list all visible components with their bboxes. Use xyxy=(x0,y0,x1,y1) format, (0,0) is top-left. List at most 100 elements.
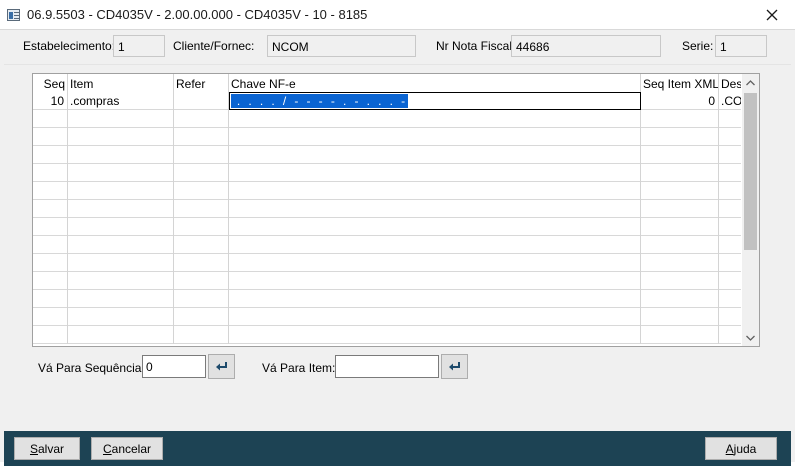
table-cell[interactable] xyxy=(33,182,68,200)
close-button[interactable] xyxy=(749,0,795,30)
table-cell[interactable] xyxy=(174,290,229,308)
table-cell[interactable] xyxy=(229,326,641,344)
column-header-seq-item-xml[interactable]: Seq Item XML xyxy=(641,74,719,92)
table-cell[interactable] xyxy=(174,128,229,146)
scrollbar-thumb[interactable] xyxy=(744,93,757,250)
scroll-up-button[interactable] xyxy=(742,74,759,91)
table-cell[interactable] xyxy=(641,272,719,290)
table-row[interactable] xyxy=(33,164,741,182)
table-cell[interactable] xyxy=(68,146,174,164)
column-header-chave-nfe[interactable]: Chave NF-e xyxy=(229,74,641,92)
table-cell[interactable] xyxy=(33,128,68,146)
column-header-des[interactable]: Des xyxy=(719,74,741,92)
table-cell[interactable] xyxy=(68,326,174,344)
column-header-item[interactable]: Item xyxy=(68,74,174,92)
table-cell[interactable] xyxy=(68,200,174,218)
table-row[interactable] xyxy=(33,128,741,146)
table-cell[interactable] xyxy=(33,236,68,254)
go-to-item-button[interactable] xyxy=(441,354,468,379)
table-cell[interactable] xyxy=(229,308,641,326)
table-cell[interactable] xyxy=(33,272,68,290)
table-cell[interactable] xyxy=(33,254,68,272)
cell-item[interactable]: .compras xyxy=(68,92,174,110)
table-cell[interactable] xyxy=(68,290,174,308)
scroll-down-button[interactable] xyxy=(742,329,759,346)
items-grid[interactable]: Seq Item Refer Chave NF-e Seq Item XML D… xyxy=(32,73,760,347)
table-cell[interactable] xyxy=(719,254,741,272)
table-cell[interactable] xyxy=(229,290,641,308)
table-cell[interactable] xyxy=(229,272,641,290)
table-cell[interactable] xyxy=(33,146,68,164)
cell-seq[interactable]: 10 xyxy=(33,92,68,110)
table-cell[interactable] xyxy=(229,218,641,236)
table-cell[interactable] xyxy=(174,326,229,344)
table-cell[interactable] xyxy=(641,110,719,128)
table-cell[interactable] xyxy=(641,182,719,200)
table-cell[interactable] xyxy=(719,146,741,164)
table-cell[interactable] xyxy=(68,110,174,128)
va-para-sequencia-input[interactable]: 0 xyxy=(142,355,206,378)
va-para-item-input[interactable] xyxy=(335,355,439,378)
cancelar-button[interactable]: Cancelar xyxy=(91,437,163,460)
table-cell[interactable] xyxy=(33,308,68,326)
table-cell[interactable] xyxy=(68,308,174,326)
table-cell[interactable] xyxy=(641,236,719,254)
table-cell[interactable] xyxy=(719,236,741,254)
column-header-refer[interactable]: Refer xyxy=(174,74,229,92)
vertical-scrollbar[interactable] xyxy=(742,74,759,346)
table-row[interactable] xyxy=(33,272,741,290)
table-cell[interactable] xyxy=(719,218,741,236)
table-cell[interactable] xyxy=(719,272,741,290)
table-cell[interactable] xyxy=(719,182,741,200)
table-cell[interactable] xyxy=(33,290,68,308)
table-cell[interactable] xyxy=(33,326,68,344)
cell-refer[interactable] xyxy=(174,92,229,110)
table-cell[interactable] xyxy=(641,218,719,236)
table-cell[interactable] xyxy=(719,308,741,326)
table-cell[interactable] xyxy=(68,164,174,182)
table-row[interactable] xyxy=(33,146,741,164)
table-cell[interactable] xyxy=(174,200,229,218)
table-cell[interactable] xyxy=(229,128,641,146)
table-cell[interactable] xyxy=(174,236,229,254)
table-row[interactable] xyxy=(33,110,741,128)
table-cell[interactable] xyxy=(33,110,68,128)
table-cell[interactable] xyxy=(229,200,641,218)
table-row[interactable] xyxy=(33,218,741,236)
table-cell[interactable] xyxy=(641,326,719,344)
table-cell[interactable] xyxy=(174,272,229,290)
table-row[interactable] xyxy=(33,200,741,218)
table-cell[interactable] xyxy=(641,254,719,272)
table-cell[interactable] xyxy=(174,218,229,236)
go-to-sequence-button[interactable] xyxy=(208,354,235,379)
table-cell[interactable] xyxy=(33,218,68,236)
cell-chave-nfe-editor[interactable]: . . . . / - - - - . - . . . - xyxy=(229,92,641,110)
table-cell[interactable] xyxy=(719,110,741,128)
table-cell[interactable] xyxy=(229,182,641,200)
table-cell[interactable] xyxy=(719,326,741,344)
table-cell[interactable] xyxy=(68,182,174,200)
table-row[interactable] xyxy=(33,290,741,308)
table-cell[interactable] xyxy=(641,308,719,326)
table-row[interactable] xyxy=(33,308,741,326)
table-cell[interactable] xyxy=(68,218,174,236)
table-cell[interactable] xyxy=(719,200,741,218)
table-cell[interactable] xyxy=(33,200,68,218)
salvar-button[interactable]: Salvar xyxy=(14,437,80,460)
table-cell[interactable] xyxy=(641,164,719,182)
table-cell[interactable] xyxy=(641,128,719,146)
table-cell[interactable] xyxy=(719,164,741,182)
table-cell[interactable] xyxy=(229,164,641,182)
table-cell[interactable] xyxy=(174,182,229,200)
table-cell[interactable] xyxy=(68,272,174,290)
table-cell[interactable] xyxy=(174,146,229,164)
table-cell[interactable] xyxy=(641,200,719,218)
table-cell[interactable] xyxy=(719,128,741,146)
table-cell[interactable] xyxy=(229,110,641,128)
column-header-seq[interactable]: Seq xyxy=(33,74,68,92)
table-cell[interactable] xyxy=(641,290,719,308)
table-cell[interactable] xyxy=(719,290,741,308)
table-cell[interactable] xyxy=(68,236,174,254)
table-cell[interactable] xyxy=(641,146,719,164)
table-cell[interactable] xyxy=(174,164,229,182)
